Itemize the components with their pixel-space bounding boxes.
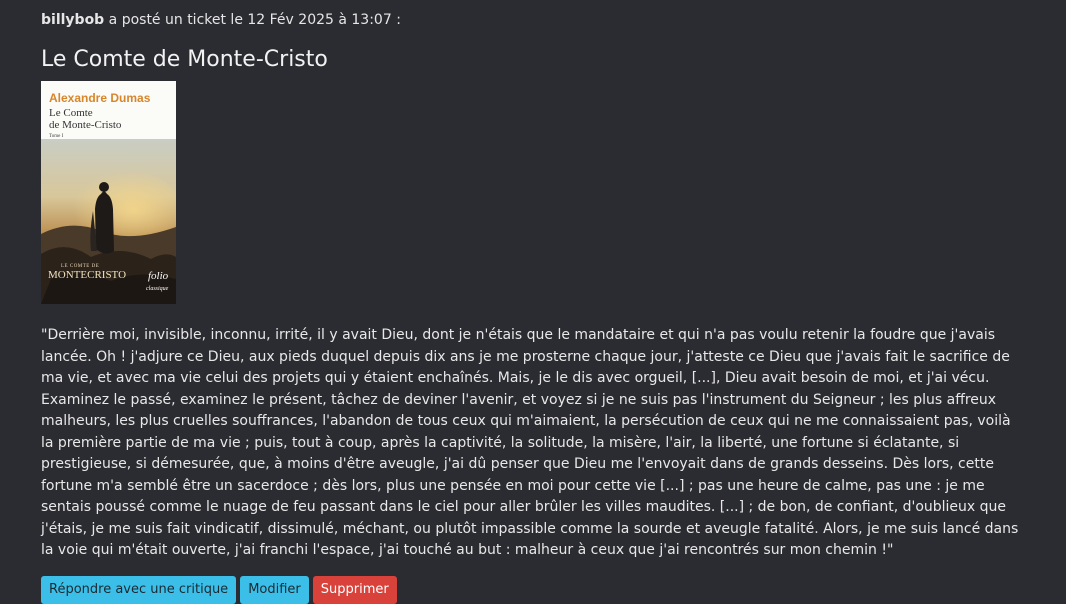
ticket-quote: "Derrière moi, invisible, inconnu, irrit… [41,327,1019,558]
ticket-actions: Répondre avec une critique Modifier Supp… [41,575,1041,604]
book-title: Le Comte de Monte-Cristo [41,47,328,72]
cover-collection: classique [146,286,169,292]
cover-title: Le Comte de Monte-Cristo [49,107,169,131]
cover-film-title: MONTECRISTO [48,269,127,281]
ticket-posted-text: a posté un ticket le 12 Fév 2025 à 13:07… [104,12,401,28]
ticket-meta: billybob a posté un ticket le 12 Fév 202… [41,11,1041,29]
ticket: billybob a posté un ticket le 12 Fév 202… [41,0,1041,604]
cover-brand-logo: folio [148,270,169,282]
reply-with-review-button[interactable]: Répondre avec une critique [41,575,237,604]
cover-author: Alexandre Dumas [49,91,151,105]
delete-button[interactable]: Supprimer [312,575,397,604]
cover-title-line1: Le Comte [49,107,93,119]
ticket-author[interactable]: billybob [41,12,104,28]
book-cover: Alexandre Dumas Le Comte de Monte-Cristo… [41,81,176,304]
cover-title-line2: de Monte-Cristo [49,119,122,131]
edit-button[interactable]: Modifier [240,575,309,604]
